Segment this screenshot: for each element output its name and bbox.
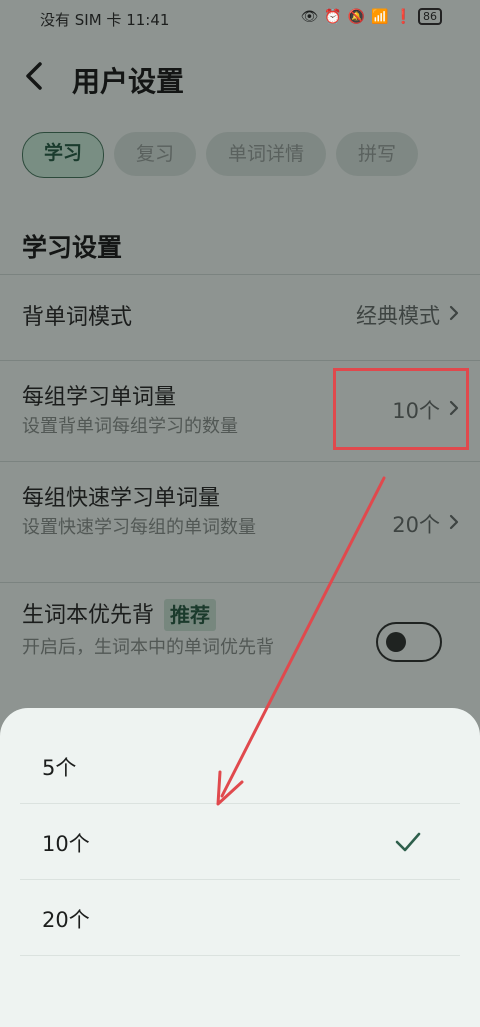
page-title: 用户设置 — [72, 65, 185, 98]
battery-icon: 86 — [418, 8, 442, 25]
setting-title: 每组快速学习单词量 — [22, 486, 221, 511]
option-10[interactable]: 10个 — [20, 804, 460, 880]
option-5[interactable]: 5个 — [20, 728, 460, 804]
status-icons: 👁 ⏰ 🔕 📶 ❗ 86 — [300, 8, 442, 25]
setting-row-mode[interactable]: 背单词模式 经典模式 — [0, 275, 480, 360]
chevron-right-icon — [449, 514, 459, 530]
tab-spelling[interactable]: 拼写 — [336, 132, 419, 176]
setting-title: 生词本优先背 推荐 — [22, 597, 217, 631]
recommend-badge: 推荐 — [164, 599, 217, 631]
setting-subtitle: 开启后，生词本中的单词优先背 — [22, 637, 274, 658]
alert-icon: ❗ — [394, 8, 412, 25]
section-title: 学习设置 — [22, 233, 123, 262]
back-button[interactable] — [18, 56, 54, 96]
option-label: 5个 — [42, 756, 77, 780]
wifi-icon: 📶 — [371, 8, 389, 25]
annotation-highlight — [333, 368, 469, 450]
tab-bar: 学习 复习 单词详情 拼写 — [22, 132, 419, 178]
tab-study[interactable]: 学习 — [22, 132, 105, 178]
status-bar: 没有 SIM 卡 11:41 👁 ⏰ 🔕 📶 ❗ 86 — [0, 0, 480, 36]
eye-icon: 👁 — [300, 8, 319, 25]
option-sheet: 5个 10个 20个 — [0, 708, 480, 1027]
tab-word-detail[interactable]: 单词详情 — [206, 132, 327, 176]
mute-icon: 🔕 — [347, 8, 366, 25]
vocab-first-toggle[interactable] — [376, 622, 442, 662]
tab-review[interactable]: 复习 — [114, 132, 197, 176]
setting-title: 每组学习单词量 — [22, 385, 177, 410]
toggle-knob — [386, 632, 406, 652]
option-label: 10个 — [42, 832, 90, 856]
setting-row-fast-group-count[interactable]: 每组快速学习单词量 设置快速学习每组的单词数量 20个 — [0, 462, 480, 582]
app-header: 用户设置 — [0, 50, 480, 106]
setting-value: 经典模式 — [356, 304, 440, 328]
setting-subtitle: 设置快速学习每组的单词数量 — [22, 517, 256, 538]
checkmark-icon — [395, 832, 421, 852]
option-label: 20个 — [42, 908, 90, 932]
setting-value: 20个 — [392, 513, 440, 537]
setting-title: 背单词模式 — [22, 305, 133, 330]
chevron-left-icon — [26, 62, 42, 90]
setting-subtitle: 设置背单词每组学习的数量 — [22, 416, 238, 437]
chevron-right-icon — [449, 305, 459, 321]
setting-title-text: 生词本优先背 — [22, 603, 155, 628]
option-20[interactable]: 20个 — [20, 880, 460, 956]
alarm-icon: ⏰ — [324, 8, 342, 25]
carrier-time: 没有 SIM 卡 11:41 — [40, 11, 170, 29]
option-divider — [20, 955, 460, 956]
